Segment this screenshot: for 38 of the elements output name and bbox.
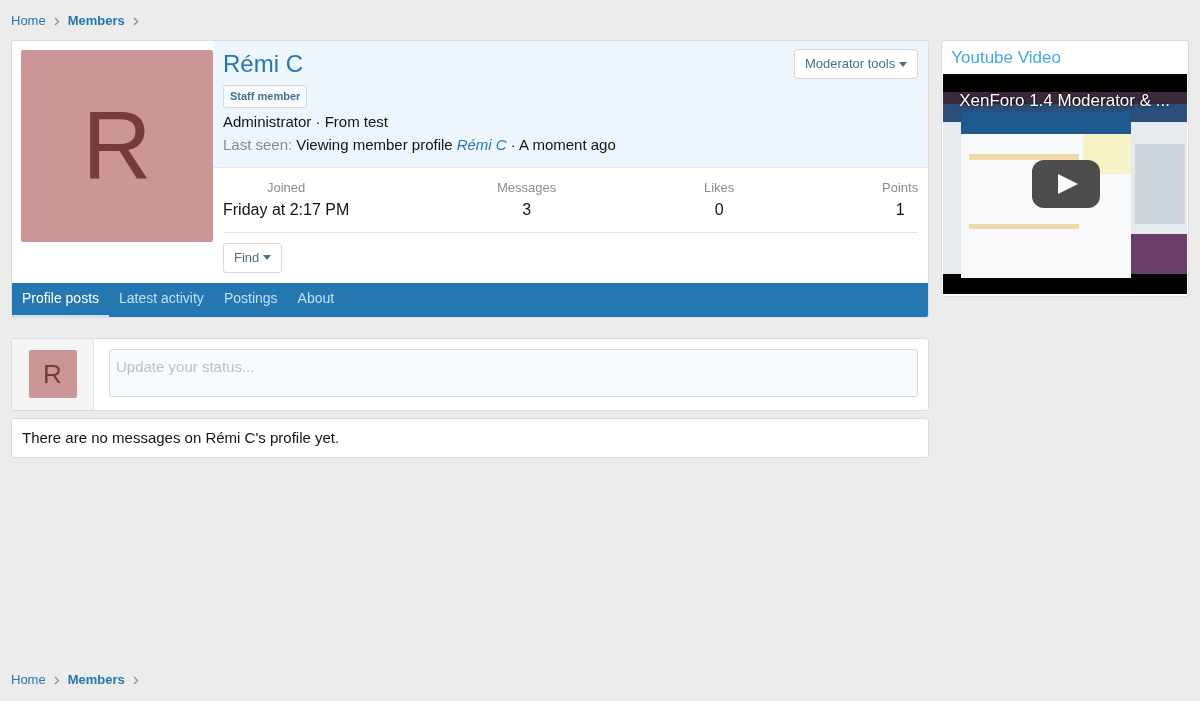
- breadcrumb-link[interactable]: Members: [67, 670, 125, 690]
- profile-tab[interactable]: Profile posts: [12, 282, 110, 317]
- last-seen-label: Last seen:: [223, 135, 293, 155]
- stat-value: 0: [714, 199, 724, 220]
- profile-tab[interactable]: Postings: [213, 282, 288, 317]
- stat-label: Points: [882, 178, 919, 197]
- stat-value: 3: [522, 199, 532, 220]
- member-info: Administrator · From test: [223, 111, 389, 132]
- member-name: Rémi C: [223, 49, 303, 79]
- avatar: R: [28, 350, 77, 398]
- breadcrumb-link[interactable]: Home: [11, 11, 46, 31]
- stat-label: Messages: [497, 178, 557, 197]
- chevron-icon: [53, 675, 60, 685]
- caret-icon: [899, 61, 908, 67]
- chevron-icon: [132, 16, 139, 26]
- chevron-icon: [53, 16, 60, 26]
- member-link[interactable]: Rémi C: [456, 134, 507, 157]
- status-input[interactable]: Update your status...: [109, 348, 919, 397]
- breadcrumb-link[interactable]: Home: [11, 670, 46, 690]
- stat-label: Joined: [267, 178, 306, 197]
- chevron-icon: [132, 675, 139, 685]
- empty-message: There are no messages on Rémi C's profile yet.: [22, 427, 341, 448]
- last-seen-activity: Viewing member profile: [296, 135, 453, 155]
- stat-label: Likes: [703, 178, 735, 197]
- widget-title: Youtube Video: [950, 46, 1062, 69]
- profile-tab[interactable]: Latest activity: [109, 282, 214, 317]
- stat-value: 1: [895, 199, 905, 220]
- breadcrumb-link[interactable]: Members: [67, 11, 125, 31]
- last-seen-time: · A moment ago: [510, 135, 616, 155]
- caret-icon: [263, 255, 272, 260]
- moderator-tools-button[interactable]: Moderator tools: [793, 49, 919, 79]
- profile-tab[interactable]: About: [287, 282, 345, 317]
- avatar: R: [21, 50, 213, 242]
- stat-value: Friday at 2:17 PM: [223, 199, 350, 220]
- staff-badge: Staff member: [223, 85, 308, 108]
- video-title: XenForo 1.4 Moderator & ...: [959, 90, 1170, 112]
- find-button[interactable]: Find: [223, 242, 283, 273]
- play-icon[interactable]: [1032, 160, 1101, 208]
